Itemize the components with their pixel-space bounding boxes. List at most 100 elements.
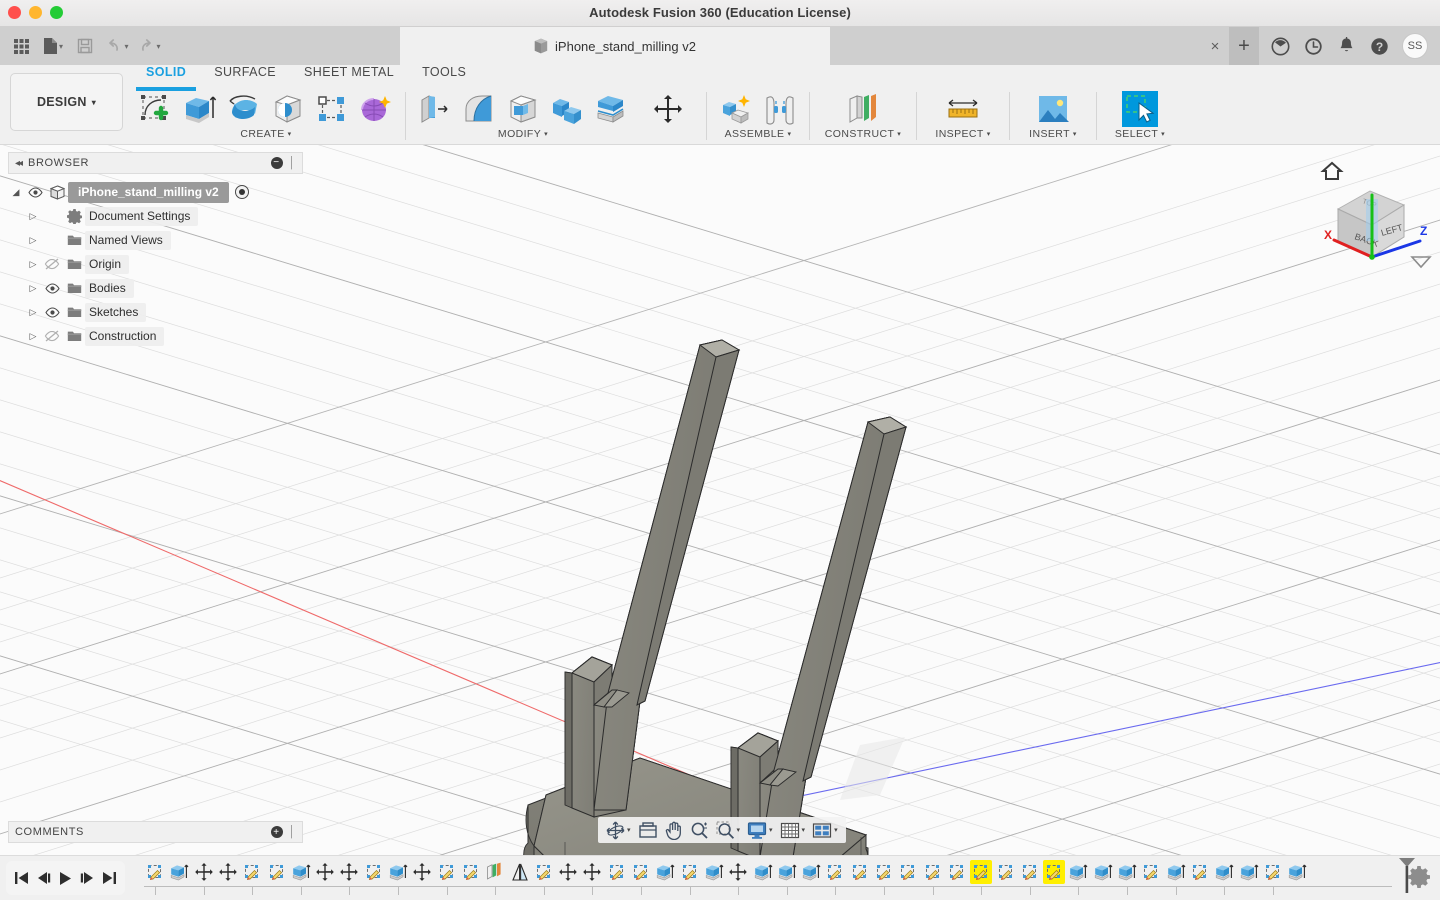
timeline-feature-move[interactable] — [217, 860, 239, 884]
hole-icon[interactable] — [267, 89, 309, 129]
new-document-tab-button[interactable]: + — [1229, 27, 1259, 65]
viewports-icon[interactable]: ▾ — [809, 818, 841, 842]
tab-surface[interactable]: SURFACE — [200, 65, 290, 87]
panel-select-label[interactable]: SELECT▾ — [1115, 128, 1165, 140]
add-comment-button[interactable]: + — [271, 826, 283, 838]
eye-icon[interactable] — [24, 187, 46, 198]
timeline-feature-extrude[interactable] — [387, 860, 409, 884]
step-back-icon[interactable] — [36, 869, 51, 887]
panel-modify-label[interactable]: MODIFY▾ — [498, 128, 548, 140]
select-icon[interactable] — [1119, 89, 1161, 129]
joint-icon[interactable] — [759, 89, 801, 129]
tab-tools[interactable]: TOOLS — [408, 65, 480, 87]
grid-snaps-icon[interactable]: ▾ — [777, 818, 809, 842]
panel-create-label[interactable]: CREATE▾ — [240, 128, 291, 140]
timeline-feature-extrude[interactable] — [1213, 860, 1235, 884]
close-document-tab-button[interactable]: × — [1205, 36, 1225, 56]
chevron-down-icon[interactable]: ▾ — [802, 826, 806, 834]
look-at-icon[interactable] — [635, 818, 661, 842]
timeline-feature-extrude[interactable] — [168, 860, 190, 884]
timeline-feature-extrude[interactable] — [800, 860, 822, 884]
timeline-feature-sketch[interactable] — [995, 860, 1017, 884]
panel-construct-label[interactable]: CONSTRUCT▾ — [825, 128, 901, 140]
browser-item-named-views[interactable]: ▷ Named Views — [8, 228, 303, 252]
timeline-feature-plane[interactable] — [484, 860, 506, 884]
timeline-feature-sketch[interactable] — [922, 860, 944, 884]
timeline-feature-extrude[interactable] — [1067, 860, 1089, 884]
browser-item-document-settings[interactable]: ▷ Document Settings — [8, 204, 303, 228]
expand-arrow-icon[interactable]: ▷ — [25, 211, 41, 222]
revolve-icon[interactable] — [223, 89, 265, 129]
timeline-feature-move[interactable] — [314, 860, 336, 884]
go-to-beginning-icon[interactable] — [14, 869, 29, 887]
zoom-icon[interactable] — [687, 818, 712, 842]
timeline-feature-sketch[interactable] — [1262, 860, 1284, 884]
eye-icon[interactable] — [41, 307, 63, 318]
timeline-feature-sketch[interactable] — [1019, 860, 1041, 884]
eye-hidden-icon[interactable] — [41, 330, 63, 342]
panel-inspect-label[interactable]: INSPECT▾ — [935, 128, 990, 140]
panel-assemble-label[interactable]: ASSEMBLE▾ — [725, 128, 792, 140]
timeline-feature-move[interactable] — [193, 860, 215, 884]
file-icon[interactable]: ▾ — [38, 31, 68, 61]
chevron-down-icon[interactable]: ▾ — [834, 826, 838, 834]
timeline-feature-move[interactable] — [581, 860, 603, 884]
timeline-feature-extrude[interactable] — [752, 860, 774, 884]
press-pull-icon[interactable] — [414, 89, 456, 129]
timeline-feature-sketch[interactable] — [436, 860, 458, 884]
create-sketch-icon[interactable] — [135, 89, 177, 129]
browser-item-construction[interactable]: ▷ Construction — [8, 324, 303, 348]
timeline-feature-sketch[interactable] — [970, 860, 992, 884]
browser-item-sketches[interactable]: ▷ Sketches — [8, 300, 303, 324]
offset-plane-icon[interactable] — [842, 89, 884, 129]
redo-icon[interactable]: ▾ — [134, 31, 164, 61]
timeline-feature-mirror[interactable] — [509, 860, 531, 884]
shell-icon[interactable] — [502, 89, 544, 129]
timeline-feature-sketch[interactable] — [533, 860, 555, 884]
timeline-feature-sketch[interactable] — [897, 860, 919, 884]
chevron-down-icon[interactable]: ▾ — [769, 826, 773, 834]
undo-icon[interactable]: ▾ — [102, 31, 132, 61]
step-forward-icon[interactable] — [80, 869, 95, 887]
help-icon[interactable]: ? — [1363, 27, 1395, 65]
timeline-feature-extrude[interactable] — [1092, 860, 1114, 884]
timeline-feature-sketch[interactable] — [849, 860, 871, 884]
activate-component-radio[interactable] — [235, 185, 249, 199]
form-icon[interactable] — [355, 89, 397, 129]
move-copy-icon[interactable] — [647, 89, 689, 129]
job-status-icon[interactable] — [1297, 27, 1329, 65]
browser-header[interactable]: ◂◂ BROWSER − │ — [8, 152, 303, 174]
fillet-icon[interactable] — [458, 89, 500, 129]
timeline-feature-extrude[interactable] — [703, 860, 725, 884]
grid-apps-icon[interactable] — [6, 31, 36, 61]
expand-arrow-icon[interactable]: ▷ — [25, 259, 41, 270]
account-avatar[interactable]: SS — [1402, 33, 1428, 59]
eye-icon[interactable] — [41, 283, 63, 294]
new-component-icon[interactable] — [715, 89, 757, 129]
view-cube[interactable]: BACK LEFT TOP X Z — [1312, 147, 1432, 267]
insert-image-icon[interactable] — [1032, 89, 1074, 129]
timeline-feature-sketch[interactable] — [460, 860, 482, 884]
timeline-feature-extrude[interactable] — [290, 860, 312, 884]
timeline-feature-sketch[interactable] — [606, 860, 628, 884]
extrude-icon[interactable] — [179, 89, 221, 129]
extensions-icon[interactable] — [1264, 27, 1296, 65]
timeline-feature-extrude[interactable] — [1286, 860, 1308, 884]
timeline-feature-sketch[interactable] — [946, 860, 968, 884]
timeline-feature-sketch[interactable] — [679, 860, 701, 884]
timeline-feature-sketch[interactable] — [144, 860, 166, 884]
expand-arrow-icon[interactable]: ▷ — [25, 331, 41, 342]
timeline-feature-sketch[interactable] — [630, 860, 652, 884]
browser-minimize-icon[interactable]: − — [271, 157, 283, 169]
eye-hidden-icon[interactable] — [41, 258, 63, 270]
comments-resize-grip[interactable]: │ — [289, 826, 296, 838]
expand-arrow-icon[interactable]: ▷ — [25, 283, 41, 294]
timeline-feature-move[interactable] — [411, 860, 433, 884]
expand-arrow-icon[interactable]: ◢ — [8, 187, 24, 198]
timeline-feature-sketch[interactable] — [824, 860, 846, 884]
timeline-feature-move[interactable] — [727, 860, 749, 884]
timeline-feature-move[interactable] — [557, 860, 579, 884]
document-tab[interactable]: iPhone_stand_milling v2 — [400, 27, 830, 65]
go-to-end-icon[interactable] — [102, 869, 117, 887]
timeline-feature-move[interactable] — [338, 860, 360, 884]
